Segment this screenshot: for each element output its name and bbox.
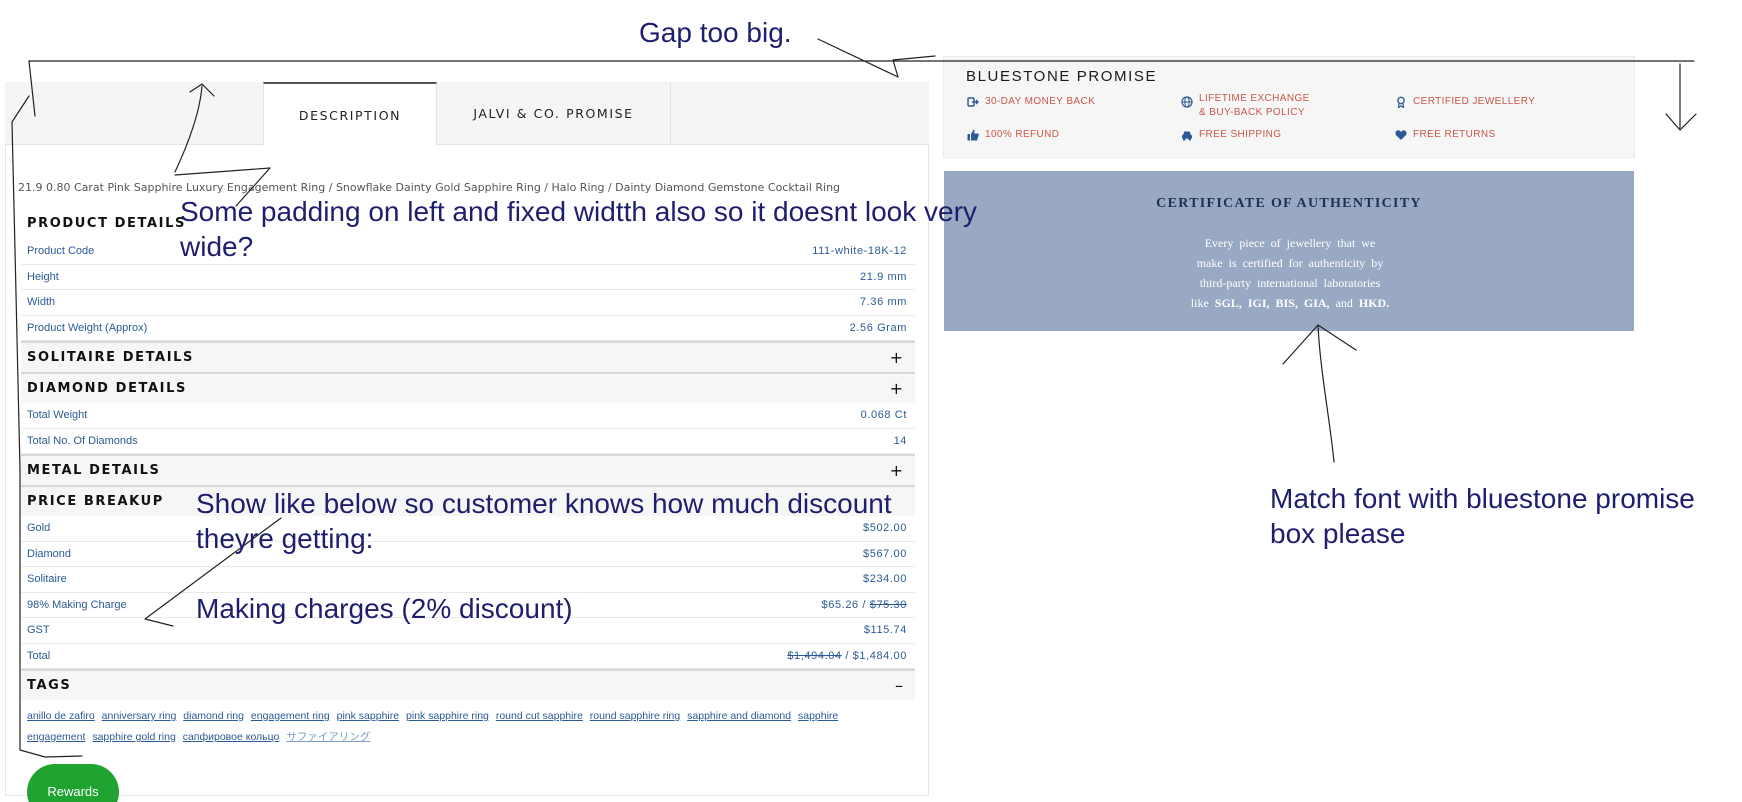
annotation-line: wide? [180,231,254,262]
gap-marker-down-arrow [1665,63,1697,131]
annotation-font: Match font with bluestone promise box ple… [1270,481,1695,551]
annotation-discount: Show like below so customer knows how mu… [196,486,892,556]
annotation-making-charges: Making charges (2% discount) [196,593,573,624]
left-bracket-stroke [11,95,83,758]
gap-pointer-arrow [817,38,936,78]
font-arrow [1282,324,1357,463]
annotation-padding: Some padding on left and fixed widtth al… [180,194,977,264]
annotation-gap: Gap too big. [639,17,792,48]
annotation-line: box please [1270,518,1406,549]
annotation-line: Show like below so customer knows how mu… [196,488,892,519]
gap-marker-left-tick [28,60,36,117]
annotation-line: theyre getting: [196,523,374,554]
annotation-line: Match font with bluestone promise [1270,483,1695,514]
annotation-strokes [11,38,1697,758]
annotation-line: Some padding on left and fixed widtth al… [180,196,977,227]
padding-arrow-up [174,83,215,173]
